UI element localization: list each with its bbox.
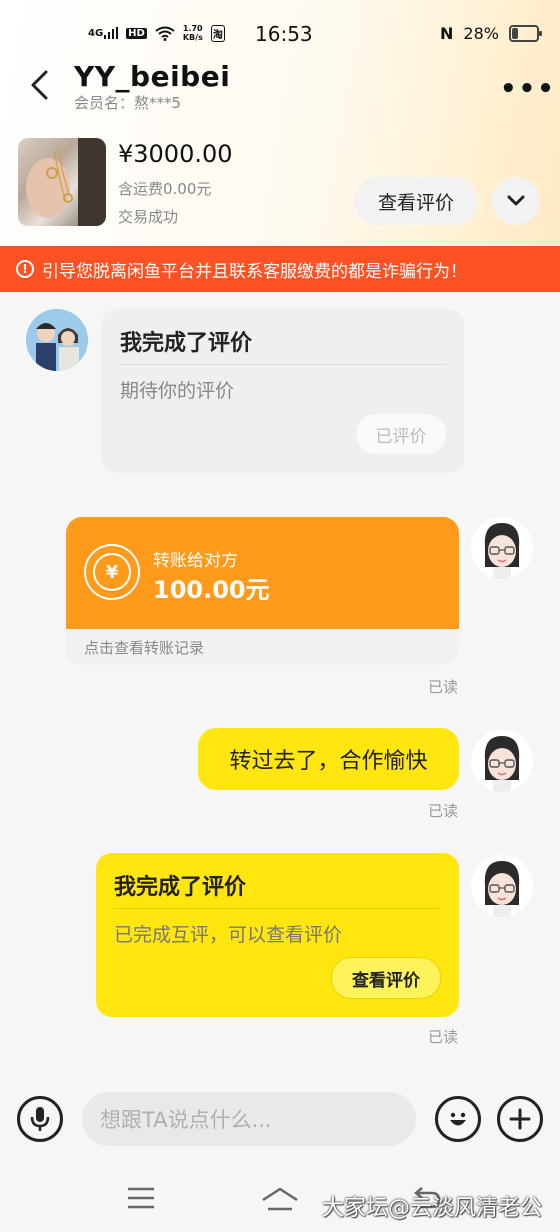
signal-icon [104,27,119,39]
chevron-down-icon [507,195,525,206]
voice-button[interactable] [17,1096,63,1142]
warning-text: 引导您脱离闲鱼平台并且联系客服缴费的都是诈骗行为！ [42,261,467,282]
review-card-title: 我完成了评价 [114,875,247,900]
expand-button[interactable] [492,177,540,225]
product-image [26,138,106,226]
battery-percent: 28% [463,24,499,43]
product-thumbnail[interactable] [18,138,106,226]
battery-icon [508,25,542,42]
transfer-label: 转账给对方 [153,551,238,571]
emoji-button[interactable] [435,1096,481,1142]
fraud-warning-banner: ! 引导您脱离闲鱼平台并且联系客服缴费的都是诈骗行为！ [0,246,560,292]
shipping-fee: 含运费0.00元 [118,180,212,198]
menu-icon[interactable] [126,1186,156,1210]
avatar-image [471,517,533,579]
transfer-amount: 100.00元 [153,576,270,604]
divider [120,364,446,365]
member-name: 会员名：熬***5 [74,94,182,112]
yen-icon: ¥ [84,544,140,600]
transfer-record-text: 点击查看转账记录 [84,639,205,657]
avatar-image [26,309,88,371]
yen-symbol: ¥ [93,553,131,591]
my-avatar[interactable] [471,517,533,579]
my-avatar[interactable] [471,855,533,917]
review-card-mine[interactable]: 我完成了评价 已完成互评，可以查看评价 查看评价 [96,853,459,1017]
read-receipt: 已读 [428,802,459,820]
avatar-image [471,855,533,917]
trade-status: 交易成功 [118,208,179,226]
read-receipt: 已读 [428,1028,459,1046]
plus-button[interactable] [497,1096,543,1142]
warning-icon: ! [16,260,34,278]
smile-icon [450,1112,466,1126]
home-icon[interactable] [260,1186,300,1212]
network-speed: 1.70 KB/s [182,24,203,42]
divider [114,908,441,909]
transfer-record-link[interactable]: 点击查看转账记录 [66,629,459,665]
transfer-card[interactable]: ¥ 转账给对方 100.00元 点击查看转账记录 [66,517,459,665]
view-review-button[interactable]: 查看评价 [354,177,478,225]
read-receipt: 已读 [428,678,459,696]
microphone-icon [30,1107,50,1131]
message-input[interactable]: 想跟TA说点什么... [82,1092,416,1146]
reviewed-button[interactable]: 已评价 [356,414,446,454]
hd-badge: HD [126,27,147,39]
chat-title: YY_beibei [74,60,231,93]
product-price: ¥3000.00 [118,140,233,168]
review-card-title: 我完成了评价 [120,331,253,356]
status-time: 16:53 [255,22,313,46]
network-indicator: 4G [88,27,119,39]
review-card-subtitle: 已完成互评，可以查看评价 [114,924,343,946]
review-card-subtitle: 期待你的评价 [120,380,235,402]
my-avatar[interactable] [471,730,533,792]
avatar-image [471,730,533,792]
status-bar-right: N 28% [440,24,542,43]
message-bubble[interactable]: 转过去了，合作愉快 [198,728,459,790]
plus-icon [509,1108,531,1130]
status-bar-left: 4G HD 1.70 KB/s 淘 [88,24,225,42]
review-card-other[interactable]: 我完成了评价 期待你的评价 已评价 [101,309,464,473]
other-avatar[interactable] [26,309,88,371]
view-review-button[interactable]: 查看评价 [331,957,441,999]
watermark: 大家坛@云淡风清老公 [322,1196,543,1221]
transfer-card-top: ¥ 转账给对方 100.00元 [66,517,459,629]
back-icon[interactable] [26,70,56,100]
nfc-icon: N [440,24,454,43]
taobao-app-icon: 淘 [210,24,225,42]
more-icon[interactable]: ••• [500,74,556,104]
wifi-icon [155,26,175,41]
